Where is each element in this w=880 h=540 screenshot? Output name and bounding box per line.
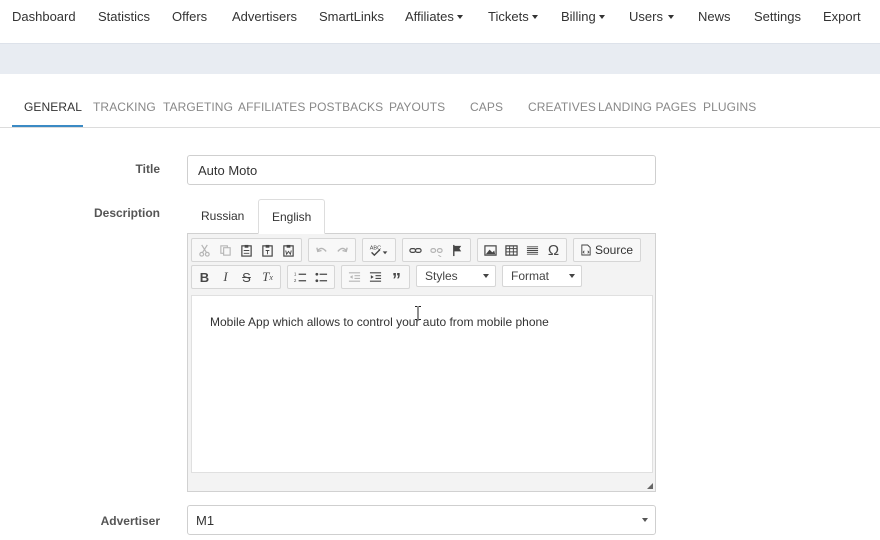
rich-text-editor: ABC Ω Source B I S Tx 12 ” Styles Format… — [187, 233, 656, 492]
editor-toolbar-row-2: B I S Tx 12 ” Styles Format — [191, 265, 588, 290]
chevron-down-icon — [642, 518, 648, 522]
styles-dropdown[interactable]: Styles — [416, 265, 496, 287]
tab-creatives[interactable]: CREATIVES — [528, 100, 596, 114]
copy-icon[interactable] — [215, 239, 236, 261]
remove-format-icon[interactable]: Tx — [257, 266, 278, 288]
strikethrough-icon[interactable]: S — [236, 266, 257, 288]
offer-tabs: GENERAL TRACKING TARGETING AFFILIATES PO… — [0, 86, 880, 128]
svg-text:1: 1 — [294, 271, 297, 276]
basic-style-group: B I S Tx — [191, 265, 281, 289]
tab-targeting[interactable]: TARGETING — [163, 100, 233, 114]
source-button[interactable]: Source — [576, 243, 638, 257]
link-group — [402, 238, 471, 262]
nav-billing[interactable]: Billing — [561, 9, 605, 24]
anchor-flag-icon[interactable] — [447, 239, 468, 261]
spellcheck-icon[interactable]: ABC — [365, 239, 393, 261]
chevron-down-icon — [598, 14, 605, 19]
tab-caps[interactable]: CAPS — [470, 100, 503, 114]
nav-dashboard[interactable]: Dashboard — [12, 9, 76, 24]
advertiser-label: Advertiser — [100, 514, 160, 528]
cut-icon[interactable] — [194, 239, 215, 261]
title-label: Title — [135, 162, 160, 176]
nav-offers[interactable]: Offers — [172, 9, 207, 24]
chevron-down-icon — [667, 14, 674, 19]
tab-payouts[interactable]: PAYOUTS — [389, 100, 445, 114]
outdent-icon[interactable] — [344, 266, 365, 288]
clipboard-group — [191, 238, 302, 262]
unlink-icon[interactable] — [426, 239, 447, 261]
tab-affiliates[interactable]: AFFILIATES — [238, 100, 305, 114]
image-icon[interactable] — [480, 239, 501, 261]
horizontal-line-icon[interactable] — [522, 239, 543, 261]
table-icon[interactable] — [501, 239, 522, 261]
svg-text:2: 2 — [294, 278, 297, 283]
chevron-down-icon — [569, 274, 575, 278]
styles-label: Styles — [425, 269, 458, 283]
nav-export[interactable]: Export — [823, 9, 861, 24]
nav-users[interactable]: Users — [629, 9, 674, 24]
paste-word-icon[interactable] — [278, 239, 299, 261]
special-char-icon[interactable]: Ω — [543, 239, 564, 261]
nav-affiliates[interactable]: Affiliates — [405, 9, 463, 24]
editor-content-area[interactable]: Mobile App which allows to control your … — [191, 295, 653, 473]
bulleted-list-icon[interactable] — [311, 266, 332, 288]
redo-icon[interactable] — [332, 239, 353, 261]
editor-toolbar-row-1: ABC Ω Source — [191, 238, 647, 262]
nav-billing-label: Billing — [561, 9, 596, 24]
resize-handle-icon[interactable] — [647, 483, 653, 489]
nav-users-label: Users — [629, 9, 663, 24]
paste-icon[interactable] — [236, 239, 257, 261]
blockquote-icon[interactable]: ” — [386, 266, 407, 290]
text-cursor-icon — [415, 306, 421, 320]
chevron-down-icon — [531, 14, 538, 19]
link-icon[interactable] — [405, 239, 426, 261]
lang-tab-english[interactable]: English — [258, 199, 326, 234]
paste-text-icon[interactable] — [257, 239, 278, 261]
description-label: Description — [93, 206, 160, 220]
history-group — [308, 238, 356, 262]
list-group: 12 — [287, 265, 335, 289]
active-tab-indicator — [12, 125, 83, 127]
chevron-down-icon — [483, 274, 489, 278]
nav-tickets[interactable]: Tickets — [488, 9, 538, 24]
tab-tracking[interactable]: TRACKING — [93, 100, 156, 114]
tab-landing-pages[interactable]: LANDING PAGES — [598, 100, 696, 114]
bold-icon[interactable]: B — [194, 266, 215, 288]
indent-group: ” — [341, 265, 410, 290]
source-file-icon — [581, 244, 591, 256]
tab-plugins[interactable]: PLUGINS — [703, 100, 756, 114]
top-navigation: Dashboard Statistics Offers Advertisers … — [0, 0, 880, 36]
insert-group: Ω — [477, 238, 567, 262]
indent-icon[interactable] — [365, 266, 386, 288]
advertiser-value: M1 — [196, 513, 215, 528]
lang-tab-russian[interactable]: Russian — [188, 199, 257, 234]
italic-icon[interactable]: I — [215, 266, 236, 288]
nav-settings[interactable]: Settings — [754, 9, 801, 24]
numbered-list-icon[interactable]: 12 — [290, 266, 311, 288]
chevron-down-icon — [456, 14, 463, 19]
format-label: Format — [511, 269, 550, 283]
advertiser-select[interactable]: M1 — [187, 505, 656, 535]
nav-tickets-label: Tickets — [488, 9, 529, 24]
tab-postbacks[interactable]: POSTBACKS — [309, 100, 383, 114]
header-band — [0, 43, 880, 74]
spellcheck-group: ABC — [362, 238, 396, 262]
source-group: Source — [573, 238, 642, 262]
tab-general[interactable]: GENERAL — [24, 100, 82, 114]
nav-advertisers[interactable]: Advertisers — [232, 9, 297, 24]
nav-smartlinks[interactable]: SmartLinks — [319, 9, 384, 24]
nav-statistics[interactable]: Statistics — [98, 9, 150, 24]
nav-affiliates-label: Affiliates — [405, 9, 454, 24]
undo-icon[interactable] — [311, 239, 332, 261]
source-label: Source — [595, 243, 634, 257]
nav-news[interactable]: News — [698, 9, 731, 24]
format-dropdown[interactable]: Format — [502, 265, 582, 287]
title-input[interactable]: Auto Moto — [187, 155, 656, 185]
